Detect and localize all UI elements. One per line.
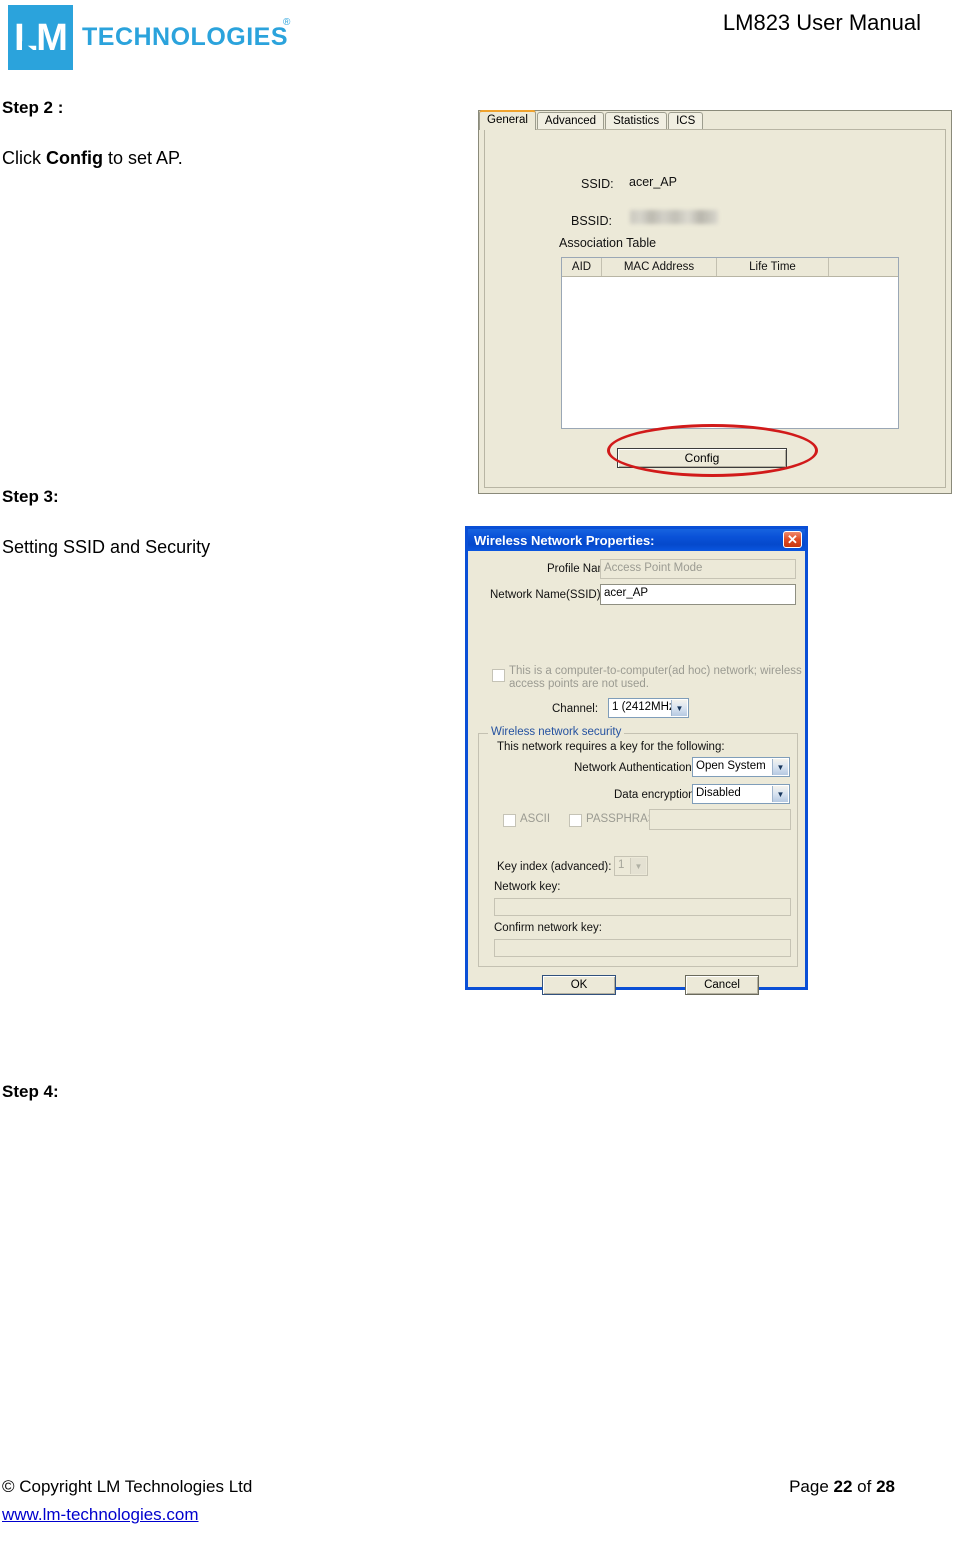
column-header-spacer (829, 258, 898, 276)
dialog-title-text: Wireless Network Properties: (474, 532, 655, 548)
page-mid: of (852, 1477, 877, 1496)
close-icon[interactable]: ✕ (783, 531, 802, 548)
confirm-network-key-label: Confirm network key: (494, 922, 603, 934)
column-header-mac-address[interactable]: MAC Address (602, 258, 717, 276)
bssid-value-redacted (630, 210, 718, 224)
passphrase-field[interactable] (649, 809, 791, 830)
adhoc-label-line2: access points are not used. (509, 678, 649, 690)
chevron-down-icon: ▼ (772, 786, 788, 802)
column-header-life-time[interactable]: Life Time (717, 258, 829, 276)
step-2-heading: Step 2 : (2, 98, 64, 117)
channel-label: Channel: (552, 703, 599, 715)
network-authentication-value: Open System (696, 760, 766, 772)
association-table-label: Association Table (559, 236, 657, 250)
ssid-value: acer_AP (629, 175, 677, 189)
page-current: 22 (833, 1477, 853, 1496)
ok-button[interactable]: OK (542, 975, 616, 995)
page-header: LM TECHNOLOGIES ® LM823 User Manual (0, 0, 953, 88)
step-3-instruction: Setting SSID and Security (2, 537, 211, 557)
step-2-text-bold: Config (46, 148, 103, 168)
network-key-field[interactable] (494, 898, 791, 916)
ascii-checkbox[interactable] (503, 814, 516, 827)
dialog-body: Profile Name: Access Point Mode Network … (468, 551, 805, 995)
data-encryption-value: Disabled (696, 787, 741, 799)
network-authentication-select[interactable]: Open System ▼ (692, 757, 790, 777)
network-name-field[interactable]: acer_AP (600, 584, 796, 605)
passphrase-checkbox[interactable] (569, 814, 582, 827)
network-key-label: Network key: (494, 881, 561, 893)
confirm-network-key-field[interactable] (494, 939, 791, 957)
bssid-label: BSSID: (571, 214, 612, 228)
page-prefix: Page (789, 1477, 834, 1496)
tab-general[interactable]: General (479, 110, 536, 130)
wireless-network-security-title: Wireless network security (488, 726, 625, 738)
manual-title: LM823 User Manual (722, 10, 921, 35)
association-table-header: AID MAC Address Life Time (562, 258, 898, 277)
network-name-label: Network Name(SSID): (490, 589, 604, 601)
logo-notch (22, 41, 38, 54)
profile-name-field: Access Point Mode (600, 559, 796, 579)
tab-strip: General Advanced Statistics ICS (479, 110, 951, 130)
step-2-text-pre: Click (2, 148, 46, 168)
utility-window-general: General Advanced Statistics ICS SSID: ac… (478, 110, 952, 494)
dialog-title-bar: Wireless Network Properties: ✕ (468, 529, 805, 551)
chevron-down-icon: ▼ (671, 700, 687, 716)
config-button[interactable]: Config (617, 448, 787, 468)
ssid-label: SSID: (581, 177, 614, 191)
network-authentication-label: Network Authentication: (574, 762, 695, 774)
column-header-aid[interactable]: AID (562, 258, 602, 276)
adhoc-checkbox[interactable] (492, 669, 505, 682)
channel-value: 1 (2412MHz) (612, 701, 679, 713)
page-footer: © Copyright LM Technologies Ltd www.lm-t… (0, 1477, 953, 1537)
step-4-heading: Step 4: (2, 1082, 59, 1101)
tab-panel-general: SSID: acer_AP BSSID: Association Table A… (484, 129, 946, 488)
tab-advanced[interactable]: Advanced (536, 112, 605, 130)
ascii-label: ASCII (520, 813, 551, 825)
channel-select[interactable]: 1 (2412MHz) ▼ (608, 698, 689, 718)
data-encryption-label: Data encryption: (614, 789, 698, 801)
logo-wordmark: TECHNOLOGIES (82, 23, 289, 51)
copyright-text: © Copyright LM Technologies Ltd (2, 1477, 253, 1496)
key-index-select[interactable]: 1 ▼ (614, 856, 648, 876)
page-total: 28 (876, 1477, 895, 1496)
website-link[interactable]: www.lm-technologies.com (2, 1505, 199, 1525)
tab-ics[interactable]: ICS (668, 112, 704, 130)
page-number: Page 22 of 28 (789, 1477, 895, 1497)
lm-logo-mark: LM (8, 5, 73, 70)
registered-trademark-icon: ® (283, 17, 291, 28)
adhoc-label-line1: This is a computer-to-computer(ad hoc) n… (509, 665, 802, 677)
step-2-text-post: to set AP. (102, 148, 183, 168)
key-index-label: Key index (advanced): (497, 861, 612, 873)
association-table[interactable]: AID MAC Address Life Time (561, 257, 899, 429)
chevron-down-icon: ▼ (630, 858, 646, 874)
wireless-network-properties-dialog: Wireless Network Properties: ✕ Profile N… (465, 526, 808, 995)
data-encryption-select[interactable]: Disabled ▼ (692, 784, 790, 804)
key-index-value: 1 (618, 859, 625, 871)
cancel-button[interactable]: Cancel (685, 975, 759, 995)
chevron-down-icon: ▼ (772, 759, 788, 775)
step-3-heading: Step 3: (2, 487, 59, 506)
step-2-instruction: Click Config to set AP. (2, 148, 183, 169)
security-intro-text: This network requires a key for the foll… (497, 741, 725, 753)
tab-statistics[interactable]: Statistics (605, 112, 668, 130)
